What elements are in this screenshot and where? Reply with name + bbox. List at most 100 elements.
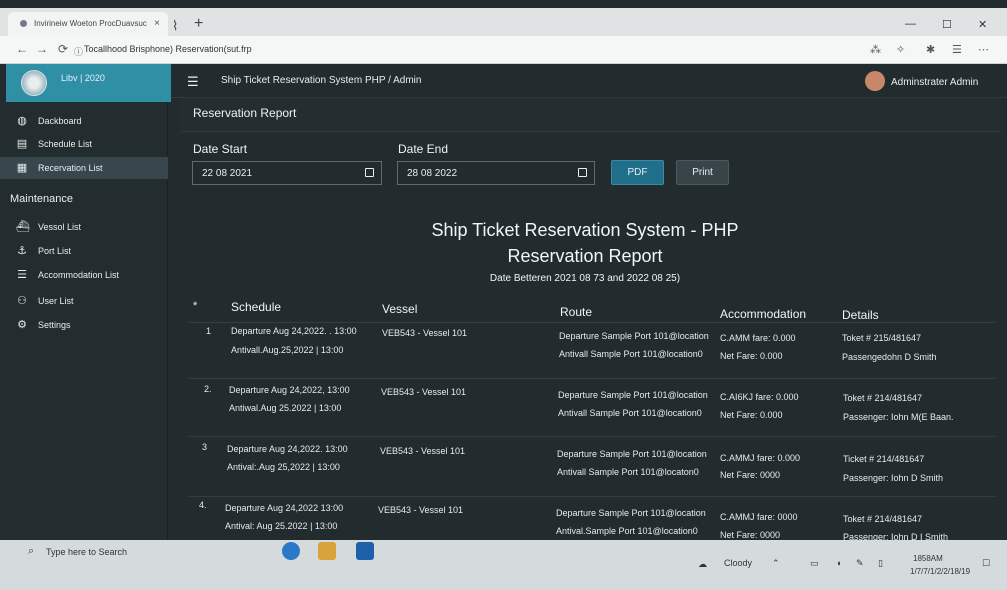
column-header-accommodation: Accommodation: [720, 307, 807, 321]
port-icon: ⚓: [17, 245, 27, 257]
vessel-name: VEB543 - Vessel 101: [381, 387, 467, 397]
table-divider: [189, 322, 995, 323]
column-header-number: *: [193, 300, 198, 312]
column-header-schedule: Schedule: [231, 300, 282, 314]
row-number: 1: [206, 326, 212, 336]
accommodation-fare: C.AMMJ fare: 0000: [720, 512, 798, 522]
minimize-icon[interactable]: —: [905, 18, 916, 30]
tab-action-icon[interactable]: ⌇: [172, 18, 178, 34]
sidebar-item-dashboard[interactable]: ◍ Dackboard: [0, 110, 168, 132]
ticket-number: Toket # 214/481647: [843, 393, 923, 403]
calendar-icon[interactable]: [365, 168, 374, 177]
url-input[interactable]: Tocallhood Brisphone) Reservation(sut.fr…: [84, 44, 252, 54]
column-header-details: Details: [842, 308, 879, 322]
sidebar-item-vessel-list[interactable]: ⛴ Vessol List: [0, 216, 168, 238]
sidebar-item-port-list[interactable]: ⚓ Port List: [0, 240, 168, 262]
store-icon[interactable]: [356, 542, 374, 560]
clock-time[interactable]: 1858AM: [913, 554, 943, 563]
puzzle-icon[interactable]: ✱: [926, 43, 935, 56]
accommodation-icon: ☰: [17, 269, 27, 281]
brand[interactable]: Libv | 2020: [6, 64, 171, 102]
accommodation-fare: C.AI6KJ fare: 0.000: [720, 392, 799, 402]
reader-icon[interactable]: ⁂: [870, 43, 881, 56]
ticket-number: Toket # 215/481647: [842, 333, 922, 343]
screen: Invirineiw Woeton ProcDuavsuc × ⌇ + — ☐ …: [0, 0, 1007, 590]
schedule-departure: Departure Aug 24,2022. 13:00: [227, 444, 348, 454]
extension-icon[interactable]: ✧: [896, 43, 905, 56]
brand-name: Libv | 2020: [61, 73, 105, 83]
sidebar-item-label: Accommodation List: [38, 270, 120, 280]
user-icon: ⚇: [17, 295, 27, 307]
sidebar-item-reservation-list[interactable]: ▦ Recervation List: [0, 157, 168, 179]
date-end-value: 28 08 2022: [407, 168, 458, 179]
battery-icon[interactable]: ▯: [878, 558, 883, 569]
notifications-icon[interactable]: ☐: [982, 558, 990, 569]
close-tab-icon[interactable]: ×: [154, 18, 160, 29]
report-title: Reservation Report: [507, 246, 663, 266]
schedule-arrival: Antival: Aug 25.2022 | 13:00: [225, 521, 338, 531]
user-menu[interactable]: Adminstrater Admin: [891, 77, 978, 88]
browser-tab[interactable]: Invirineiw Woeton ProcDuavsuc ×: [8, 12, 168, 36]
volume-icon[interactable]: ◖: [836, 558, 841, 568]
pdf-button[interactable]: PDF: [611, 160, 664, 185]
network-icon[interactable]: ▭: [810, 558, 819, 569]
favorites-icon[interactable]: ☰: [952, 43, 962, 56]
report-system-title: Ship Ticket Reservation System - PHP: [431, 220, 739, 240]
route-departure: Departure Sample Port 101@location: [557, 449, 707, 459]
sidebar-item-schedule-list[interactable]: ▤ Schedule List: [0, 133, 168, 155]
route-arrival: Antivall Sample Port 101@location0: [558, 408, 702, 418]
date-end-label: Date End: [398, 142, 449, 156]
edge-icon[interactable]: [282, 542, 300, 560]
sidebar-item-settings[interactable]: ⚙ Settings: [0, 314, 168, 336]
search-icon: ⌕: [28, 545, 35, 557]
net-fare: Net Fare: 0000: [720, 530, 781, 540]
passenger-name: Passenger: Iohn D Smith: [843, 473, 944, 483]
column-header-vessel: Vessel: [382, 302, 418, 316]
sidebar-item-label: Settings: [38, 320, 71, 330]
new-tab-button[interactable]: +: [194, 15, 203, 33]
print-button[interactable]: Print: [676, 160, 729, 185]
window-close-icon[interactable]: ✕: [978, 18, 987, 31]
back-icon[interactable]: ←: [16, 42, 28, 56]
info-icon[interactable]: ⓘ: [74, 45, 83, 58]
sidebar-item-label: Vessol List: [38, 222, 82, 232]
sidebar-item-accommodation-list[interactable]: ☰ Accommodation List: [0, 264, 168, 286]
report-subtitle: Date Betteren 2021 08 73 and 2022 08 25): [489, 273, 681, 284]
reservation-icon: ▦: [16, 162, 28, 174]
menu-icon[interactable]: ⋯: [978, 43, 989, 56]
vessel-icon: ⛴: [16, 221, 30, 233]
route-arrival: Antivall Sample Port 101@locaton0: [557, 467, 699, 477]
sidebar-item-label: Recervation List: [38, 163, 103, 173]
reload-icon[interactable]: ⟳: [58, 42, 68, 56]
hamburger-menu-icon[interactable]: ☰: [187, 74, 199, 90]
weather-icon[interactable]: ☁: [698, 559, 707, 570]
accommodation-fare: C.AMM fare: 0.000: [720, 333, 796, 343]
route-arrival: Antivall Sample Port 101@location0: [559, 349, 703, 359]
dashboard-icon: ◍: [17, 115, 27, 127]
sidebar-item-label: Dackboard: [38, 116, 82, 126]
date-start-input[interactable]: 22 08 2021: [192, 161, 382, 185]
route-departure: Departure Sample Port 101@location: [559, 331, 709, 341]
forward-icon[interactable]: →: [36, 42, 48, 56]
net-fare: Net Fare: 0.000: [720, 410, 783, 420]
file-explorer-icon[interactable]: [318, 542, 336, 560]
taskbar: ⌕ Type here to Search ☁ Cloody ⌃ ▭ ◖ ✎ ▯…: [0, 540, 1007, 590]
row-divider: [189, 436, 995, 437]
row-divider: [189, 496, 995, 497]
date-start-value: 22 08 2021: [202, 168, 253, 179]
browser-tab-bar: Invirineiw Woeton ProcDuavsuc × ⌇ + — ☐ …: [0, 8, 1007, 36]
maximize-icon[interactable]: ☐: [942, 18, 952, 31]
passenger-name: Passengedohn D Smith: [842, 352, 937, 362]
favicon-icon: [20, 20, 27, 27]
sidebar-item-user-list[interactable]: ⚇ User List: [0, 290, 168, 312]
address-bar: ← → ⟳ ⓘ Tocallhood Brisphone) Reservatio…: [0, 36, 1007, 64]
pen-icon[interactable]: ✎: [856, 558, 864, 569]
chevron-up-icon[interactable]: ⌃: [772, 558, 780, 569]
weather-text[interactable]: Cloody: [724, 558, 752, 568]
date-end-input[interactable]: 28 08 2022: [397, 161, 595, 185]
clock-date[interactable]: 1/7/7/1/2/2/18/19: [910, 567, 970, 576]
brand-logo: [21, 70, 47, 96]
taskbar-search[interactable]: ⌕ Type here to Search: [18, 542, 208, 562]
avatar[interactable]: [865, 71, 885, 91]
calendar-icon[interactable]: [578, 168, 587, 177]
